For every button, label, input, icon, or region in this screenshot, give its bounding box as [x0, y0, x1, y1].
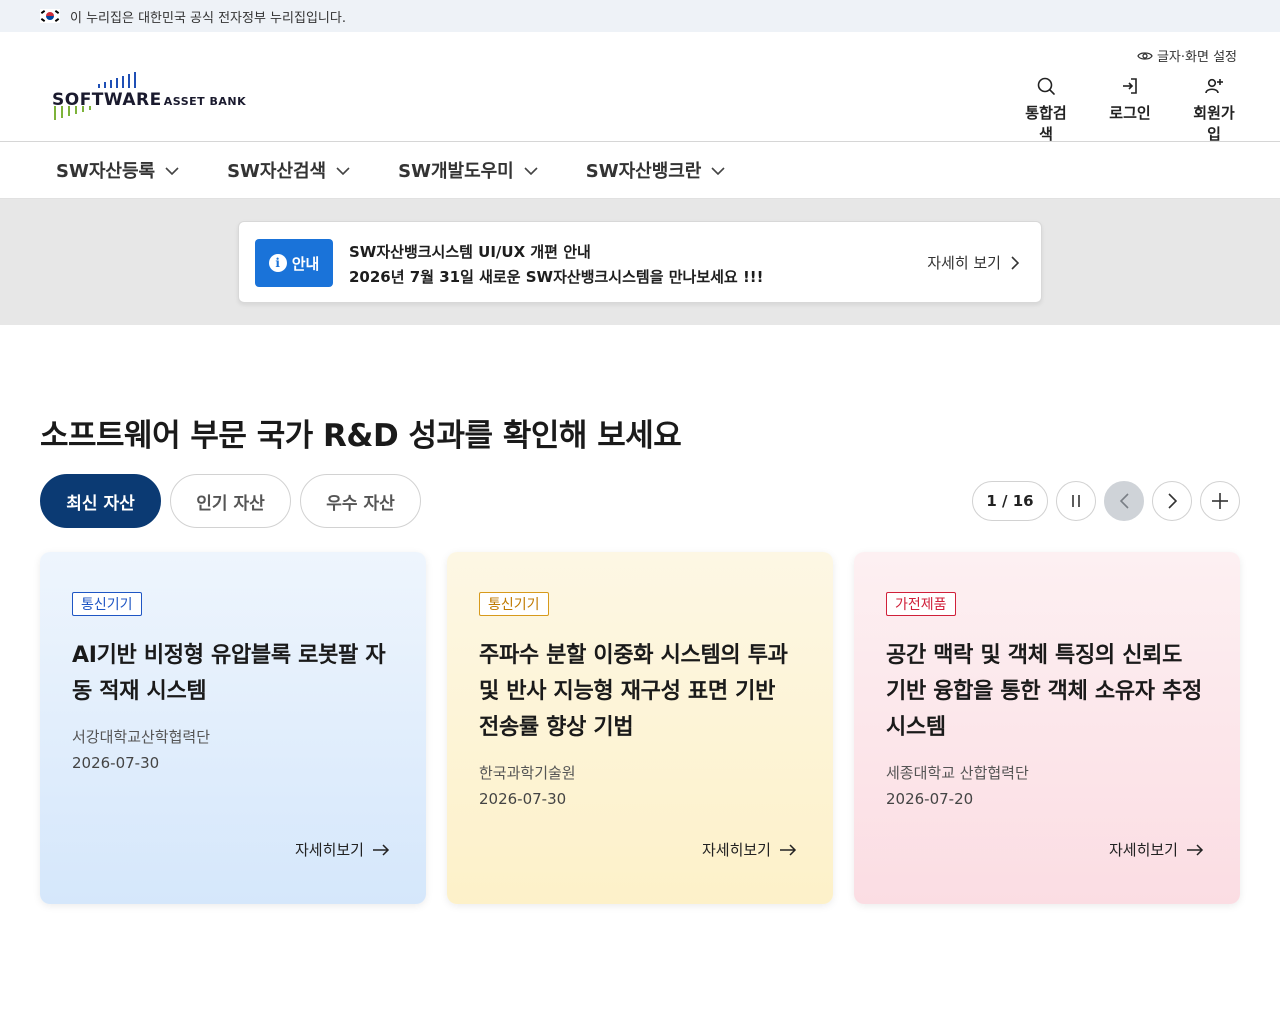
utility-menu: 통합검색 로그인 회원가입 [1020, 76, 1240, 144]
chevron-down-icon [711, 167, 725, 175]
nav-item-dev-helper[interactable]: SW개발도우미 [398, 157, 538, 183]
asset-card[interactable]: 통신기기 AI기반 비정형 유압블록 로봇팔 자동 적재 시스템 서강대학교산학… [40, 552, 426, 904]
notice-more-link[interactable]: 자세히 보기 [927, 252, 1019, 273]
asset-detail-link[interactable]: 자세히보기 [702, 839, 797, 860]
carousel-controls: 1 / 16 [972, 481, 1240, 521]
arrow-right-icon [780, 843, 797, 856]
tab-popular-assets[interactable]: 인기 자산 [170, 474, 291, 528]
chevron-down-icon [165, 167, 179, 175]
nav-item-label: SW자산뱅크란 [585, 161, 702, 182]
search-icon [1037, 77, 1055, 95]
search-button[interactable]: 통합검색 [1020, 76, 1072, 144]
chevron-down-icon [336, 167, 350, 175]
asset-organization: 한국과학기술원 [479, 764, 576, 782]
category-chip: 가전제품 [886, 592, 956, 616]
next-button[interactable] [1152, 481, 1192, 521]
asset-date: 2026-07-30 [479, 790, 567, 808]
chevron-right-icon [1011, 255, 1019, 270]
login-icon [1123, 78, 1137, 94]
asset-card[interactable]: 통신기기 주파수 분할 이중화 시스템의 투과 및 반사 지능형 재구성 표면 … [447, 552, 833, 904]
asset-detail-link[interactable]: 자세히보기 [295, 839, 390, 860]
detail-link-label: 자세히보기 [294, 841, 364, 859]
nav-item-about[interactable]: SW자산뱅크란 [586, 157, 726, 183]
notice-badge-label: 안내 [291, 254, 320, 273]
arrow-right-icon [1187, 843, 1204, 856]
section-title: 소프트웨어 부문 국가 R&D 성과를 확인해 보세요 [40, 418, 682, 454]
logo-mark-bottom [54, 106, 91, 122]
chevron-left-icon [1119, 493, 1129, 509]
asset-detail-link[interactable]: 자세히보기 [1109, 839, 1204, 860]
site-header: SOFTWARE ASSET BANK 글자·화면 설정 통합검색 로그인 회원… [0, 32, 1280, 144]
pause-icon [1072, 495, 1080, 507]
page-indicator: 1 / 16 [972, 481, 1048, 521]
asset-date: 2026-07-30 [72, 754, 160, 772]
pause-button[interactable] [1056, 481, 1096, 521]
asset-card[interactable]: 가전제품 공간 맥락 및 객체 특징의 신뢰도 기반 융합을 통한 객체 소유자… [854, 552, 1240, 904]
asset-organization: 서강대학교산학협력단 [72, 728, 211, 746]
more-assets-button[interactable] [1200, 481, 1240, 521]
eye-settings-icon [1137, 51, 1153, 60]
chevron-right-icon [1167, 493, 1177, 509]
asset-title: 공간 맥락 및 객체 특징의 신뢰도 기반 융합을 통한 객체 소유자 추정 시… [886, 643, 1202, 740]
logo-mark-top [98, 72, 136, 88]
asset-title: AI기반 비정형 유압블록 로봇팔 자동 적재 시스템 [72, 643, 386, 704]
category-chip: 통신기기 [72, 592, 142, 616]
notice-line-1: SW자산뱅크시스템 UI/UX 개편 안내 [349, 243, 591, 261]
category-chip: 통신기기 [479, 592, 549, 616]
tab-excellent-assets[interactable]: 우수 자산 [300, 474, 421, 528]
gov-banner: 이 누리집은 대한민국 공식 전자정부 누리집입니다. [0, 0, 1280, 32]
info-icon: i [268, 254, 287, 272]
login-button[interactable]: 로그인 [1104, 76, 1156, 144]
asset-tabs: 최신 자산 인기 자산 우수 자산 [40, 474, 421, 528]
chevron-down-icon [524, 167, 538, 175]
nav-item-label: SW자산검색 [227, 161, 327, 182]
detail-link-label: 자세히보기 [701, 841, 771, 859]
gov-banner-text: 이 누리집은 대한민국 공식 전자정부 누리집입니다. [70, 10, 346, 26]
asset-organization: 세종대학교 산합협력단 [886, 764, 1029, 782]
search-label: 통합검색 [1025, 104, 1067, 143]
login-label: 로그인 [1109, 104, 1151, 122]
notice-badge: i 안내 [255, 239, 333, 287]
notice-more-label: 자세히 보기 [927, 254, 1001, 272]
display-settings-link[interactable]: 글자·화면 설정 [1137, 46, 1237, 65]
prev-button[interactable] [1104, 481, 1144, 521]
tab-latest-assets[interactable]: 최신 자산 [40, 474, 161, 528]
detail-link-label: 자세히보기 [1108, 841, 1178, 859]
signup-button[interactable]: 회원가입 [1188, 76, 1240, 144]
signup-label: 회원가입 [1193, 104, 1235, 143]
notice-box: i 안내 SW자산뱅크시스템 UI/UX 개편 안내 2026년 7월 31일 … [238, 221, 1042, 303]
nav-item-asset-register[interactable]: SW자산등록 [56, 157, 179, 183]
notice-line-2: 2026년 7월 31일 새로운 SW자산뱅크시스템을 만나보세요 !!! [349, 268, 764, 286]
asset-date: 2026-07-20 [886, 790, 974, 808]
korea-flag-icon [40, 9, 60, 23]
main-navigation: SW자산등록 SW자산검색 SW개발도우미 SW자산뱅크란 [0, 142, 1280, 199]
notice-text: SW자산뱅크시스템 UI/UX 개편 안내 2026년 7월 31일 새로운 S… [349, 240, 763, 290]
plus-icon [1212, 493, 1228, 509]
notice-band: i 안내 SW자산뱅크시스템 UI/UX 개편 안내 2026년 7월 31일 … [0, 199, 1280, 325]
nav-item-label: SW개발도우미 [398, 161, 514, 182]
asset-title: 주파수 분할 이중화 시스템의 투과 및 반사 지능형 재구성 표면 기반 전송… [479, 643, 788, 740]
site-logo[interactable]: SOFTWARE ASSET BANK [52, 72, 246, 132]
nav-item-asset-search[interactable]: SW자산검색 [227, 157, 350, 183]
display-settings-label: 글자·화면 설정 [1156, 50, 1237, 65]
nav-item-label: SW자산등록 [56, 161, 156, 182]
user-add-icon [1205, 78, 1223, 94]
arrow-right-icon [373, 843, 390, 856]
